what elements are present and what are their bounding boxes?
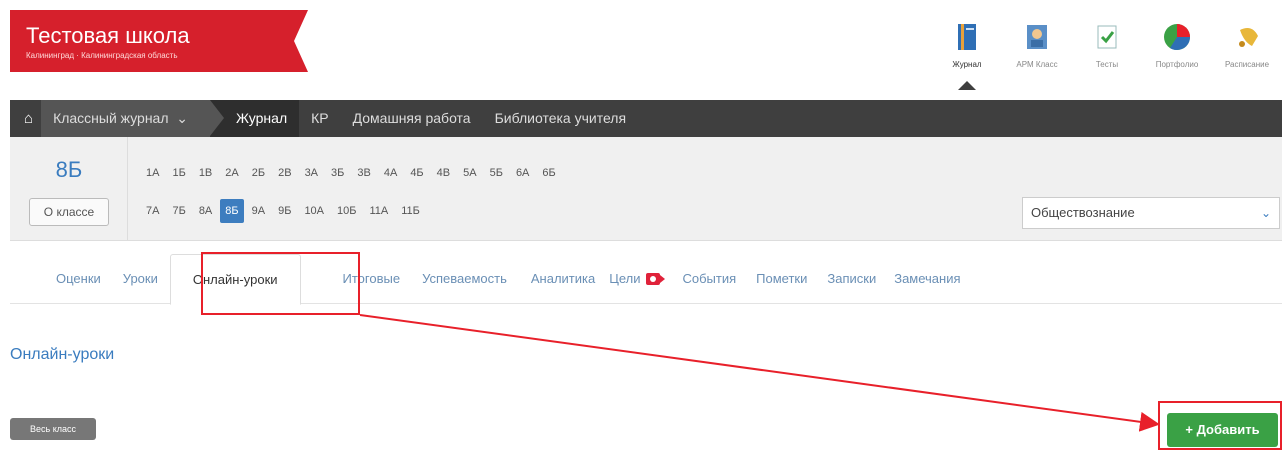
class-link[interactable]: 6А — [516, 161, 529, 185]
nav-item-label: Классный журнал — [53, 110, 169, 126]
app-label: Расписание — [1224, 60, 1270, 69]
school-region: Калининград · Калининградская область — [26, 51, 178, 60]
class-link[interactable]: 7А — [146, 199, 159, 223]
class-link[interactable]: 6Б — [542, 161, 555, 185]
class-link[interactable]: 11А — [369, 199, 388, 223]
tab-highlight-box — [201, 252, 360, 315]
tab-label: Записки — [827, 271, 877, 286]
header: Тестовая школа Калининград · Калининград… — [0, 0, 1282, 95]
tab-7[interactable]: События — [660, 254, 736, 304]
school-badge[interactable]: Тестовая школа Калининград · Калининград… — [10, 10, 308, 72]
main-nav: ⌂ Классный журнал ⌄ Журнал КР Домашняя р… — [10, 100, 1282, 137]
class-link[interactable]: 4А — [384, 161, 397, 185]
class-link[interactable]: 5Б — [490, 161, 503, 185]
class-link[interactable]: 5А — [463, 161, 476, 185]
tab-5[interactable]: Аналитика — [507, 254, 595, 304]
about-class-button[interactable]: О классе — [29, 198, 109, 226]
active-app-caret — [958, 81, 976, 90]
app-portfolio[interactable]: Портфолио — [1142, 22, 1212, 78]
class-link[interactable]: 1В — [199, 161, 212, 185]
tests-checklist-icon — [1092, 22, 1122, 52]
app-tests[interactable]: Тесты — [1072, 22, 1142, 78]
tab-label: События — [682, 271, 737, 286]
app-schedule[interactable]: Расписание — [1212, 22, 1282, 78]
tab-label: Аналитика — [530, 271, 596, 286]
class-link[interactable]: 1Б — [172, 161, 185, 185]
class-workstation-icon — [1022, 22, 1052, 52]
tab-label: Оценки — [56, 271, 101, 286]
tab-8[interactable]: Пометки — [736, 254, 807, 304]
nav-item-kr[interactable]: КР — [299, 100, 341, 137]
section-title: Онлайн-уроки — [10, 346, 115, 363]
tab-4[interactable]: Успеваемость — [400, 254, 507, 304]
class-link[interactable]: 4Б — [410, 161, 423, 185]
class-link[interactable]: 3В — [357, 161, 370, 185]
school-name: Тестовая школа — [26, 23, 190, 48]
app-label: Журнал — [952, 60, 982, 69]
tab-1[interactable]: Уроки — [101, 254, 158, 304]
class-link[interactable]: 2А — [225, 161, 238, 185]
nav-class-journal-dropdown[interactable]: Классный журнал ⌄ — [41, 100, 224, 137]
goal-tag-icon — [646, 272, 666, 285]
tab-label: Цели — [609, 271, 641, 286]
class-link[interactable]: 4В — [437, 161, 450, 185]
class-link[interactable]: 7Б — [172, 199, 185, 223]
class-link[interactable]: 3Б — [331, 161, 344, 185]
journal-book-icon — [952, 22, 982, 52]
app-label: АРМ Класс — [1016, 60, 1058, 69]
app-journal[interactable]: Журнал — [932, 22, 1002, 90]
class-link[interactable]: 10А — [304, 199, 324, 223]
class-link[interactable]: 3А — [305, 161, 318, 185]
class-link[interactable]: 9А — [252, 199, 265, 223]
class-link[interactable]: 2Б — [252, 161, 265, 185]
current-class-box: 8Б О классе — [10, 137, 128, 241]
class-link[interactable]: 10Б — [337, 199, 356, 223]
chevron-down-icon: ⌄ — [172, 110, 189, 126]
tab-10[interactable]: Замечания — [876, 254, 960, 304]
add-button-highlight-box — [1158, 401, 1282, 450]
tab-6[interactable]: Цели — [595, 254, 666, 304]
tab-label: Уроки — [122, 271, 158, 286]
schedule-bell-icon — [1232, 22, 1262, 52]
class-link[interactable]: 1А — [146, 161, 159, 185]
tab-label: Замечания — [894, 271, 961, 286]
class-list-row-2: 7А 7Б 8А 8Б 9А 9Б 10А 10Б 11А 11Б — [146, 199, 433, 223]
app-label: Тесты — [1095, 60, 1119, 69]
class-link[interactable]: 9Б — [278, 199, 291, 223]
all-class-button[interactable]: Весь класс — [10, 418, 96, 440]
home-icon[interactable]: ⌂ — [10, 100, 41, 137]
class-list-row-1: 1А 1Б 1В 2А 2Б 2В 3А 3Б 3В 4А 4Б 4В 5А 5Б 6А 6Б — [146, 161, 569, 185]
nav-item-teacher-library[interactable]: Библиотека учителя — [483, 100, 638, 137]
current-class-name: 8Б — [55, 157, 83, 182]
class-panel: 8Б О классе 1А 1Б 1В 2А 2Б 2В 3А 3Б 3В 4А 4Б 4В 5А 5Б… — [10, 137, 1282, 241]
chevron-down-icon: ⌄ — [1260, 206, 1271, 220]
subject-select-value: Обществознание — [1031, 205, 1135, 220]
tab-9[interactable]: Записки — [807, 254, 876, 304]
tab-label: Успеваемость — [422, 271, 507, 286]
subject-select[interactable]: Обществознание ⌄ — [1022, 197, 1280, 229]
app-label: Портфолио — [1155, 60, 1199, 69]
portfolio-pie-icon — [1162, 22, 1192, 52]
class-link[interactable]: 8А — [199, 199, 212, 223]
class-link[interactable]: 11Б — [401, 199, 420, 223]
app-switcher: Журнал АРМ Класс Тесты Портфолио Расписа… — [932, 22, 1282, 90]
class-link[interactable]: 8Б — [220, 199, 244, 223]
nav-item-homework[interactable]: Домашняя работа — [341, 100, 483, 137]
app-class-workstation[interactable]: АРМ Класс — [1002, 22, 1072, 78]
tab-label: Пометки — [756, 271, 808, 286]
tab-0[interactable]: Оценки — [10, 254, 101, 304]
class-link[interactable]: 2В — [278, 161, 291, 185]
